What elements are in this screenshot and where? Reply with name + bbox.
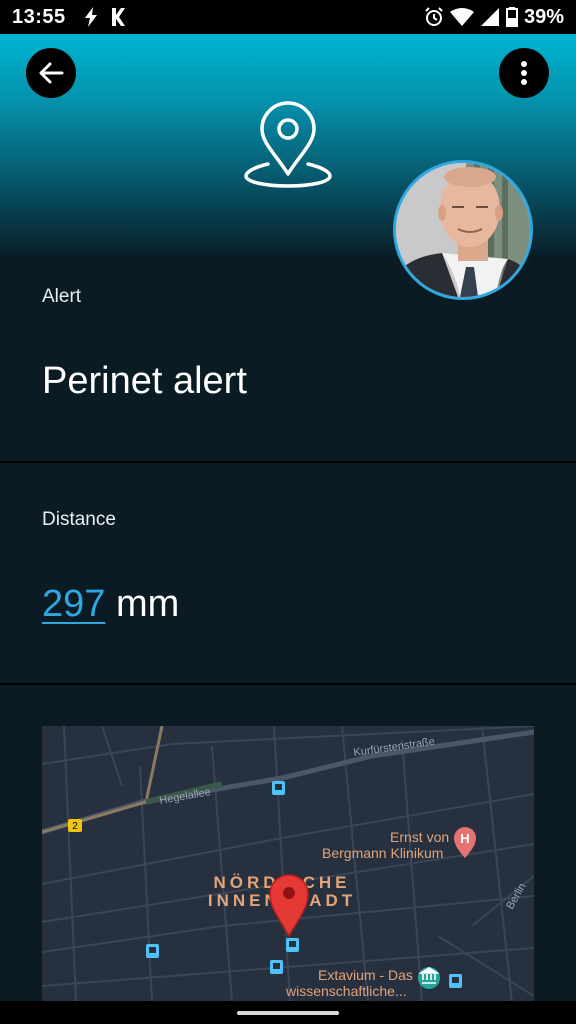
road-number-badge: 2 [68,819,82,832]
arrow-left-icon [39,62,64,84]
home-gesture-handle[interactable] [237,1011,339,1015]
distance-number-link[interactable]: 297 [42,583,105,625]
battery-icon [505,7,518,27]
system-nav-bar [0,1001,576,1024]
alert-value: Perinet alert [42,360,247,402]
transit-icon [270,960,283,974]
poi-label: Ernst von [390,829,449,845]
alert-section: Alert Perinet alert [0,260,576,462]
transit-icon [286,938,299,952]
location-pin-icon [244,101,332,188]
distance-value: 297 mm [42,583,179,626]
map-view[interactable]: Hegelallee Kurfürstenstraße Berlin 2 NÖR… [42,726,534,1002]
street-label: Hegelallee [158,786,211,807]
wifi-icon [449,8,474,26]
poi-label: wissenschaftliche... [285,983,407,999]
transit-icon [146,944,159,958]
battery-percent: 39% [523,5,564,28]
signal-icon [480,8,499,26]
distance-section: Distance 297 mm [0,463,576,684]
distance-unit: mm [115,583,180,625]
svg-text:H: H [460,831,469,846]
status-time: 13:55 [12,5,66,28]
k-app-icon [111,8,125,26]
more-vert-icon [521,61,527,85]
transit-icon [272,781,285,795]
distance-label: Distance [42,509,116,530]
overflow-menu-button[interactable] [499,48,549,98]
flash-icon [84,7,97,27]
location-marker-icon[interactable] [269,874,309,938]
road-number: 2 [72,821,78,832]
transit-icon [449,974,462,988]
museum-icon[interactable] [418,967,440,989]
main-road [42,729,534,835]
alert-label: Alert [42,286,82,307]
highway-road [42,726,164,834]
back-button[interactable] [26,48,76,98]
poi-label: Bergmann Klinikum [322,845,443,861]
status-bar: 13:55 39% [0,0,576,34]
street-label: Kurfürstenstraße [353,736,436,759]
alarm-icon [425,7,443,26]
map-streets [42,726,534,1002]
divider [0,683,576,685]
poi-label: Extavium - Das [318,967,413,983]
